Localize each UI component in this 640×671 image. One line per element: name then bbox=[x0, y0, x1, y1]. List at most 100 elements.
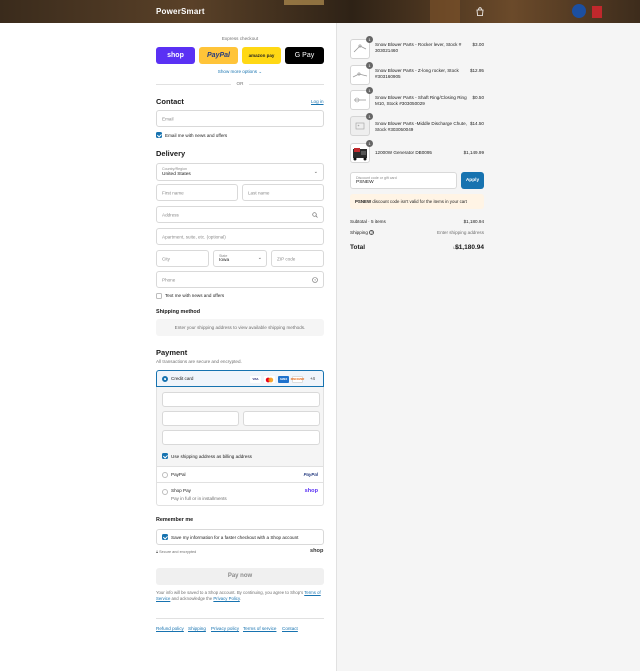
card-number-field[interactable] bbox=[162, 392, 320, 407]
shipping-value: Enter shipping address bbox=[437, 230, 484, 235]
error-code: PSNEW bbox=[355, 199, 372, 204]
total-value: $1,180.94 bbox=[455, 244, 484, 251]
paypal-logo: PayPal bbox=[303, 472, 318, 477]
text-news-checkbox[interactable] bbox=[156, 293, 162, 299]
shop-pay-option[interactable]: Shop Pay Pay in full or in installments … bbox=[156, 483, 324, 506]
country-label: Country/Region bbox=[162, 167, 187, 171]
subtotal-value: $1,180.94 bbox=[463, 219, 484, 224]
discover-icon: DISCOVER bbox=[290, 376, 305, 383]
shop-pay-radio[interactable] bbox=[162, 489, 168, 495]
shop-pay-button[interactable]: shop bbox=[156, 47, 195, 64]
country-select[interactable]: Country/Region United States ⌄ bbox=[156, 163, 324, 181]
terms-of-service-footer-link[interactable]: Terms of service bbox=[243, 626, 276, 631]
country-value: United States bbox=[162, 172, 191, 177]
save-info-box[interactable]: Save my information for a faster checkou… bbox=[156, 529, 324, 545]
zip-field[interactable]: ZIP code bbox=[271, 250, 324, 267]
billing-same-label: Use shipping address as billing address bbox=[171, 454, 252, 459]
banner-decoration bbox=[592, 6, 602, 18]
total-label: Total bbox=[350, 244, 366, 251]
pay-now-button[interactable]: Pay now bbox=[156, 568, 324, 585]
shop-pay-logo: shop bbox=[304, 488, 318, 494]
login-link[interactable]: Log in bbox=[311, 99, 324, 104]
phone-field[interactable]: Phone ? bbox=[156, 271, 324, 288]
chevron-down-icon: ⌄ bbox=[258, 69, 263, 74]
address-placeholder: Address bbox=[162, 212, 179, 217]
amex-icon: AMEX bbox=[278, 376, 289, 383]
last-name-field[interactable]: Last name bbox=[242, 184, 324, 201]
paypal-button[interactable]: PayPal bbox=[199, 47, 238, 64]
item-name: 12000W Generator DB0095 bbox=[375, 150, 432, 155]
billing-same-checkbox[interactable] bbox=[162, 453, 168, 459]
phone-placeholder: Phone bbox=[162, 277, 176, 282]
email-news-label: Email me with news and offers bbox=[165, 133, 228, 138]
apply-button[interactable]: Apply bbox=[461, 172, 484, 189]
save-info-checkbox[interactable] bbox=[162, 534, 168, 540]
show-more-options-link[interactable]: Show more options ⌄ bbox=[156, 69, 324, 75]
store-logo[interactable]: PowerSmart bbox=[156, 7, 205, 16]
security-code-field[interactable] bbox=[243, 411, 320, 426]
item-name: Snow Blower Parts - Z-long rocker, Stock… bbox=[375, 68, 459, 79]
credit-card-radio[interactable] bbox=[162, 376, 168, 382]
shipping-label: Shipping bbox=[350, 230, 368, 235]
apartment-field[interactable]: Apartment, suite, etc. (optional) bbox=[156, 228, 324, 245]
more-cards-count: +4 bbox=[310, 376, 315, 381]
item-name: Snow Blower Parts - Shaft Ring/Closing R… bbox=[375, 95, 467, 106]
shipping-policy-link[interactable]: Shipping bbox=[188, 626, 206, 631]
address-field[interactable]: Address bbox=[156, 206, 324, 223]
item-price: $3.00 bbox=[472, 42, 485, 47]
item-price: $0.50 bbox=[472, 95, 485, 100]
name-on-card-field[interactable] bbox=[162, 430, 320, 445]
privacy-policy-footer-link[interactable]: Privacy policy bbox=[211, 626, 239, 631]
item-name: Snow Blower Parts -Middle Discharge Chut… bbox=[375, 121, 467, 132]
privacy-policy-link[interactable]: Privacy Policy bbox=[213, 596, 239, 601]
apartment-placeholder: Apartment, suite, etc. (optional) bbox=[162, 234, 226, 239]
first-name-field[interactable]: First name bbox=[156, 184, 238, 201]
shipping-method-heading: Shipping method bbox=[156, 309, 201, 315]
subtotal-label: Subtotal · 5 items bbox=[350, 219, 386, 224]
or-separator: OR bbox=[231, 81, 249, 86]
show-more-label: Show more options bbox=[217, 69, 258, 74]
visa-icon: VISA bbox=[250, 376, 261, 383]
first-name-placeholder: First name bbox=[162, 190, 184, 195]
header-banner: PowerSmart bbox=[0, 0, 640, 23]
expiration-date-field[interactable] bbox=[162, 411, 239, 426]
text-news-label: Text me with news and offers bbox=[165, 293, 225, 298]
card-details-panel: Use shipping address as billing address bbox=[156, 387, 324, 466]
paypal-option[interactable]: PayPal PayPal bbox=[156, 466, 324, 483]
quantity-badge: 1 bbox=[366, 62, 373, 69]
discount-value: PSNEW bbox=[356, 180, 374, 185]
quantity-badge: 1 bbox=[366, 87, 373, 94]
help-icon[interactable]: ? bbox=[369, 230, 375, 235]
discount-code-input[interactable]: Discount code or gift card PSNEW bbox=[350, 172, 457, 189]
email-field[interactable]: Email bbox=[156, 110, 324, 127]
city-field[interactable]: City bbox=[156, 250, 209, 267]
google-pay-button[interactable]: G Pay bbox=[285, 47, 324, 64]
item-name: Snow Blower Parts - Rocker lever, Stock … bbox=[375, 42, 462, 53]
chevron-down-icon: ⌄ bbox=[313, 169, 318, 175]
shopping-bag-icon[interactable] bbox=[476, 7, 484, 16]
contact-link[interactable]: Contact bbox=[282, 626, 298, 631]
secure-label: Secure and encrypted bbox=[159, 550, 197, 554]
checkout-form: Express checkout shop PayPal amazon pay … bbox=[0, 23, 336, 671]
state-select[interactable]: State Iowa ⌄ bbox=[213, 250, 267, 267]
credit-card-option[interactable]: Credit card VISA AMEX DISCOVER +4 bbox=[156, 370, 324, 387]
item-price: $14.50 bbox=[469, 121, 484, 126]
email-news-checkbox[interactable] bbox=[156, 132, 162, 138]
help-icon[interactable]: ? bbox=[312, 277, 318, 283]
amazon-pay-button[interactable]: amazon pay bbox=[242, 47, 281, 64]
shop-pay-sublabel: Pay in full or in installments bbox=[171, 496, 227, 501]
disclaimer-text: . bbox=[239, 596, 241, 601]
payment-heading: Payment bbox=[156, 348, 188, 357]
refund-policy-link[interactable]: Refund policy bbox=[156, 626, 184, 631]
paypal-label: PayPal bbox=[171, 472, 186, 477]
banner-decoration bbox=[572, 4, 586, 18]
zip-placeholder: ZIP code bbox=[277, 256, 296, 261]
email-placeholder: Email bbox=[162, 116, 174, 121]
delivery-heading: Delivery bbox=[156, 149, 186, 158]
shipping-row-label: Shipping ? bbox=[350, 230, 375, 235]
remember-me-heading: Remember me bbox=[156, 517, 194, 523]
paypal-radio[interactable] bbox=[162, 472, 168, 478]
shop-disclaimer: Your info will be saved to a Shop accoun… bbox=[156, 590, 324, 602]
disclaimer-text: and acknowledge the bbox=[171, 596, 213, 601]
svg-text:?: ? bbox=[314, 279, 316, 283]
